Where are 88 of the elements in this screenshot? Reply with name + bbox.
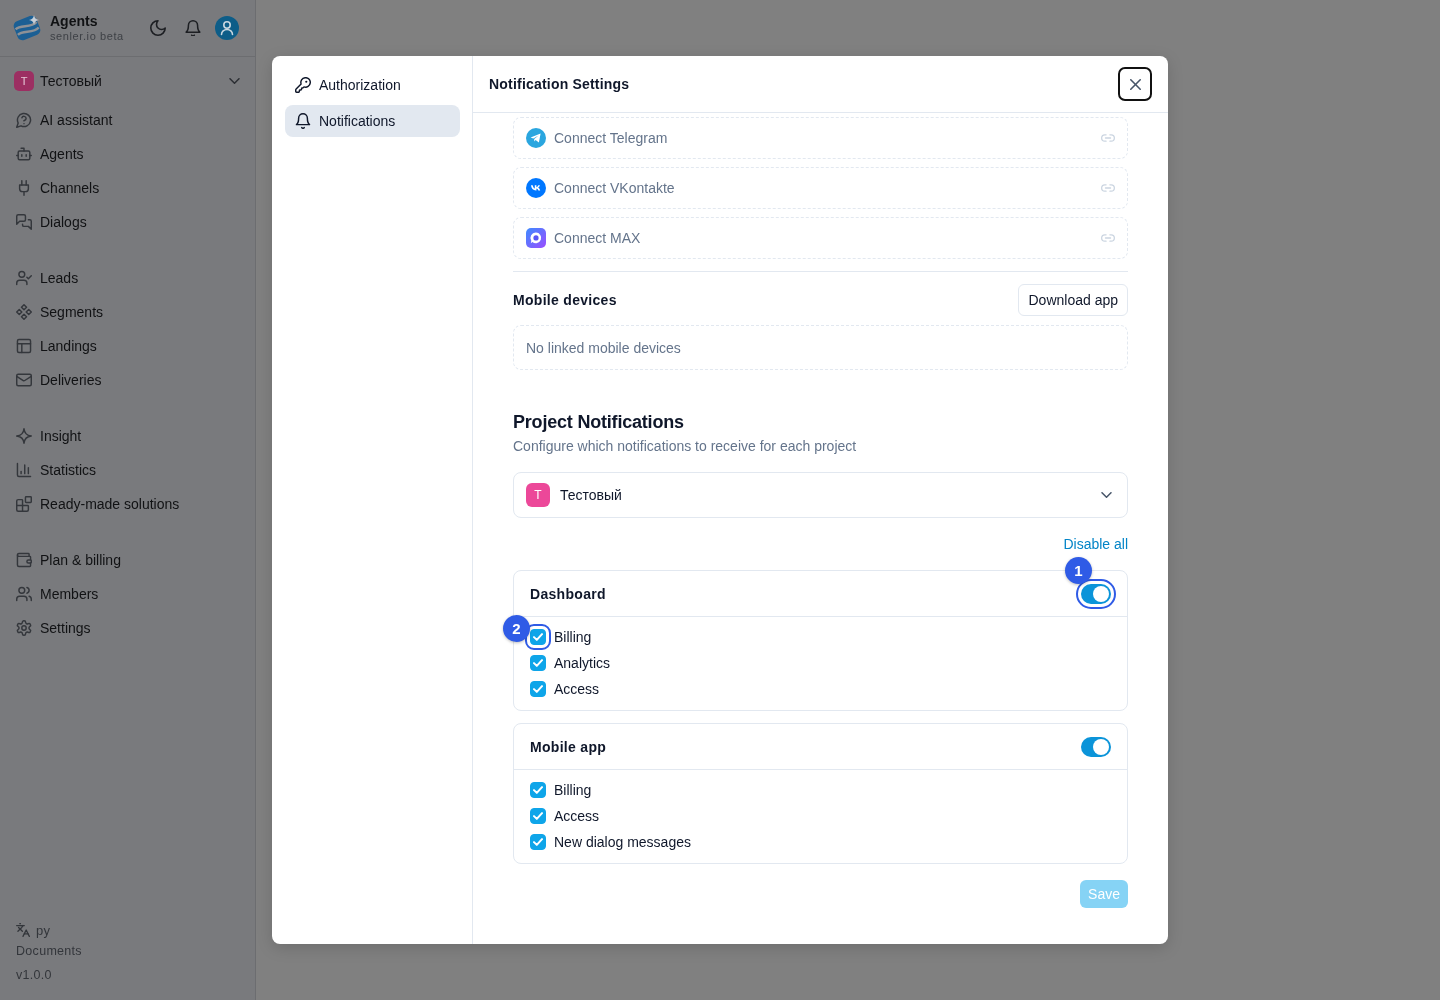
project-select[interactable]: T Тестовый bbox=[513, 472, 1128, 518]
tour-step-tooltip: 2 bbox=[503, 615, 530, 642]
nav-item[interactable]: Channels bbox=[0, 171, 255, 205]
check-icon bbox=[533, 838, 543, 846]
checkbox[interactable] bbox=[530, 834, 546, 850]
project-switcher[interactable]: T Тестовый bbox=[0, 71, 255, 91]
option-label: Billing bbox=[554, 629, 592, 645]
translate-icon bbox=[16, 923, 30, 937]
robot-icon bbox=[16, 146, 32, 162]
users-icon bbox=[16, 586, 32, 602]
chevron-down-icon bbox=[1101, 492, 1112, 498]
user-check-icon bbox=[16, 270, 32, 286]
dialog-title: Notification Settings bbox=[489, 76, 630, 92]
check-icon bbox=[533, 633, 543, 641]
chat-bubbles-icon bbox=[16, 214, 32, 230]
nav-item[interactable]: Statistics bbox=[0, 453, 255, 487]
checkbox[interactable] bbox=[530, 655, 546, 671]
settings-icon bbox=[16, 620, 32, 636]
tour-step-tooltip: 1 bbox=[1065, 556, 1092, 584]
link-icon bbox=[1101, 184, 1115, 192]
check-icon bbox=[533, 685, 543, 693]
nav-item[interactable]: Leads bbox=[0, 261, 255, 295]
toggle-switch[interactable] bbox=[1081, 736, 1111, 757]
plug-icon bbox=[16, 180, 32, 196]
empty-devices-note: No linked mobile devices bbox=[513, 325, 1128, 370]
help-bubble-icon bbox=[16, 112, 32, 128]
connect-button[interactable]: Connect VKontakte bbox=[513, 167, 1128, 209]
app-name: Agents bbox=[50, 13, 99, 30]
checkbox[interactable] bbox=[530, 808, 546, 824]
nav-item[interactable]: Landings bbox=[0, 329, 255, 363]
nav-item[interactable]: Members bbox=[0, 577, 255, 611]
nav-item[interactable]: Ready-made solutions bbox=[0, 487, 255, 521]
wallet-icon bbox=[16, 552, 32, 568]
language-switcher[interactable]: ру bbox=[16, 920, 51, 940]
vk-logo-icon bbox=[526, 178, 546, 198]
nav-item[interactable]: Agents bbox=[0, 137, 255, 171]
section-heading: Project Notifications bbox=[513, 411, 684, 434]
nav-item[interactable]: Deliveries bbox=[0, 363, 255, 397]
documents-link[interactable]: Documents bbox=[16, 942, 82, 960]
project-initial: T bbox=[14, 71, 34, 91]
checkbox[interactable] bbox=[530, 782, 546, 798]
avatar-icon[interactable] bbox=[215, 16, 239, 40]
link-icon bbox=[1101, 234, 1115, 242]
option-label: New dialog messages bbox=[554, 834, 691, 850]
paper-plane-icon bbox=[526, 128, 546, 148]
chevron-down-icon bbox=[229, 78, 240, 84]
envelope-icon bbox=[16, 372, 32, 388]
close-button[interactable] bbox=[1118, 67, 1152, 101]
link-icon bbox=[1101, 134, 1115, 142]
option-label: Access bbox=[554, 681, 600, 697]
blocks-icon bbox=[16, 496, 32, 512]
group-title: Mobile app bbox=[530, 738, 607, 755]
nav-item[interactable]: Settings bbox=[0, 611, 255, 645]
nav-item[interactable]: Insight bbox=[0, 419, 255, 453]
nav-item[interactable]: Dialogs bbox=[0, 205, 255, 239]
sparkle-icon bbox=[16, 428, 32, 444]
connect-button[interactable]: Connect MAX bbox=[513, 217, 1128, 259]
option-label: Access bbox=[554, 808, 600, 824]
settings-tab[interactable]: Notifications bbox=[285, 105, 460, 137]
nav-item[interactable]: Segments bbox=[0, 295, 255, 329]
layout-icon bbox=[16, 338, 32, 354]
checkbox[interactable] bbox=[530, 681, 546, 697]
key-icon bbox=[295, 77, 311, 93]
diamonds-icon bbox=[16, 304, 32, 320]
app-subtitle: senler.io beta bbox=[50, 30, 124, 43]
check-icon bbox=[533, 812, 543, 820]
moon-icon[interactable] bbox=[150, 20, 166, 36]
section-description: Configure which notifications to receive for each project bbox=[513, 437, 857, 456]
disable-all-link[interactable]: Disable all bbox=[1063, 534, 1128, 554]
project-name: Тестовый bbox=[40, 73, 102, 89]
close-icon bbox=[1129, 78, 1141, 90]
bell-icon bbox=[295, 113, 311, 129]
group-title: Dashboard bbox=[530, 585, 606, 602]
bell-icon[interactable] bbox=[185, 20, 201, 36]
bar-chart-icon bbox=[16, 462, 32, 478]
nav-item[interactable]: Plan & billing bbox=[0, 543, 255, 577]
download-app-button[interactable]: Download app bbox=[1018, 284, 1128, 316]
connect-button[interactable]: Connect Telegram bbox=[513, 117, 1128, 159]
section-title: Mobile devices bbox=[513, 292, 617, 308]
nav-item[interactable]: AI assistant bbox=[0, 103, 255, 137]
settings-tab[interactable]: Authorization bbox=[285, 69, 460, 101]
check-icon bbox=[533, 786, 543, 794]
option-label: Analytics bbox=[554, 655, 611, 671]
max-logo-icon bbox=[526, 228, 546, 248]
version-text: v1.0.0 bbox=[16, 967, 52, 984]
check-icon bbox=[533, 659, 543, 667]
project-initial: T bbox=[526, 483, 550, 507]
option-label: Billing bbox=[554, 782, 592, 798]
